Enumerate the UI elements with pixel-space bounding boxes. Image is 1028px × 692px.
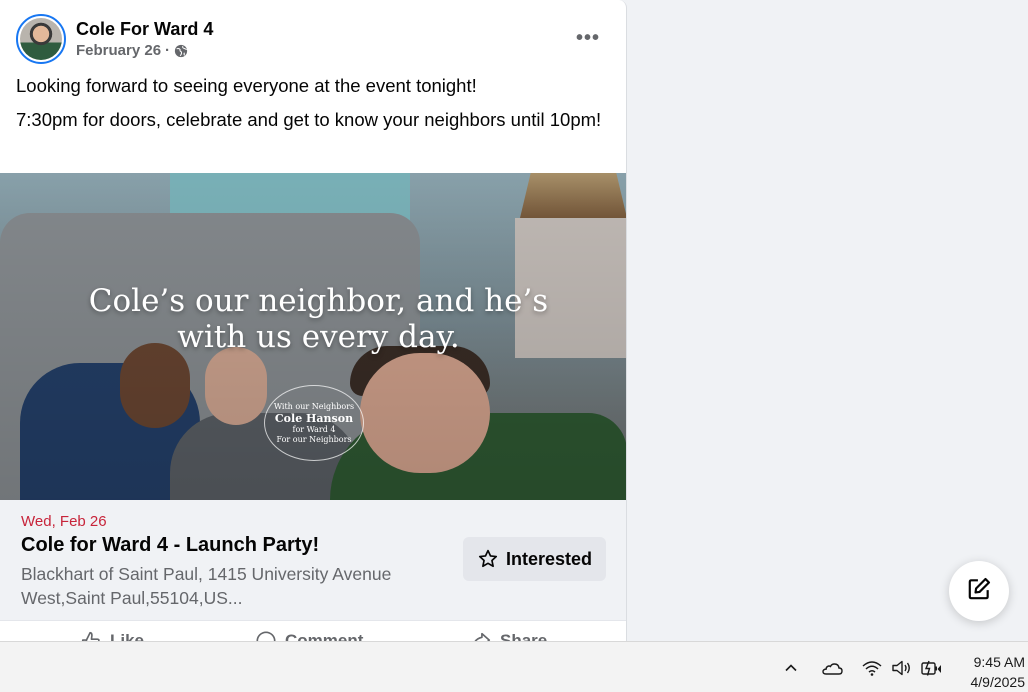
more-options-button[interactable]: ••• — [568, 22, 608, 54]
share-icon — [474, 632, 491, 641]
post-text-line: Looking forward to seeing everyone at th… — [16, 75, 477, 96]
comment-button[interactable]: Comment — [255, 630, 363, 641]
event-details[interactable]: Wed, Feb 26 Cole for Ward 4 - Launch Par… — [0, 500, 626, 621]
post-card: Cole For Ward 4 February 26 · ••• Lookin… — [0, 0, 627, 641]
star-icon — [477, 548, 499, 570]
like-label: Like — [110, 631, 145, 641]
clock-date: 4/9/2025 — [970, 674, 1026, 690]
seal-top-text: With our Neighbors — [273, 401, 355, 411]
globe-icon — [174, 44, 188, 58]
wifi-icon[interactable] — [861, 659, 883, 677]
seal-name: Cole Hanson — [274, 411, 354, 425]
post-text: Looking forward to seeing everyone at th… — [16, 74, 606, 142]
speaker-icon[interactable] — [890, 659, 914, 677]
campaign-seal: With our Neighbors Cole Hanson for Ward … — [264, 385, 364, 461]
system-clock[interactable]: 9:45 AM 4/9/2025 — [955, 652, 1026, 692]
avatar-photo — [20, 18, 62, 60]
compose-icon — [966, 576, 992, 607]
interested-button[interactable]: Interested — [463, 537, 606, 581]
post-text-line: 7:30pm for doors, celebrate and get to k… — [16, 109, 602, 130]
share-button[interactable]: Share — [470, 630, 547, 641]
seal-bottom-text: For our Neighbors — [276, 434, 352, 444]
seal-subtitle: for Ward 4 — [292, 424, 336, 434]
post-meta: February 26 · — [76, 41, 213, 61]
windows-taskbar: 9:45 AM 4/9/2025 — [0, 641, 1028, 692]
comment-icon — [256, 631, 276, 641]
event-title[interactable]: Cole for Ward 4 - Launch Party! — [21, 534, 319, 557]
event-location: Blackhart of Saint Paul, 1415 University… — [21, 564, 392, 608]
post-date[interactable]: February 26 — [76, 41, 161, 61]
like-button[interactable]: Like — [80, 630, 144, 641]
clock-time: 9:45 AM — [973, 654, 1025, 670]
battery-charging-icon[interactable] — [920, 659, 944, 677]
image-headline: Cole’s our neighbor, and he’s with us ev… — [0, 283, 626, 355]
post-header: Cole For Ward 4 February 26 · — [16, 14, 213, 64]
interested-label: Interested — [505, 548, 593, 569]
image-headline-line: Cole’s our neighbor, and he’s — [88, 283, 549, 319]
author-name[interactable]: Cole For Ward 4 — [76, 17, 213, 41]
compose-message-button[interactable] — [949, 561, 1009, 621]
meta-separator: · — [165, 42, 171, 59]
comment-label: Comment — [285, 631, 364, 641]
onedrive-cloud-icon[interactable] — [820, 659, 844, 677]
share-label: Share — [500, 631, 548, 641]
avatar[interactable] — [16, 14, 66, 64]
post-actions-bar: Like Comment Share — [0, 622, 626, 641]
like-icon — [81, 631, 100, 641]
author-block: Cole For Ward 4 February 26 · — [76, 17, 213, 61]
image-headline-line: with us every day. — [177, 319, 460, 355]
chevron-up-icon[interactable] — [782, 659, 800, 677]
event-date: Wed, Feb 26 — [21, 513, 107, 530]
more-options-icon: ••• — [575, 26, 600, 49]
event-cover-image[interactable]: Cole’s our neighbor, and he’s with us ev… — [0, 173, 626, 500]
